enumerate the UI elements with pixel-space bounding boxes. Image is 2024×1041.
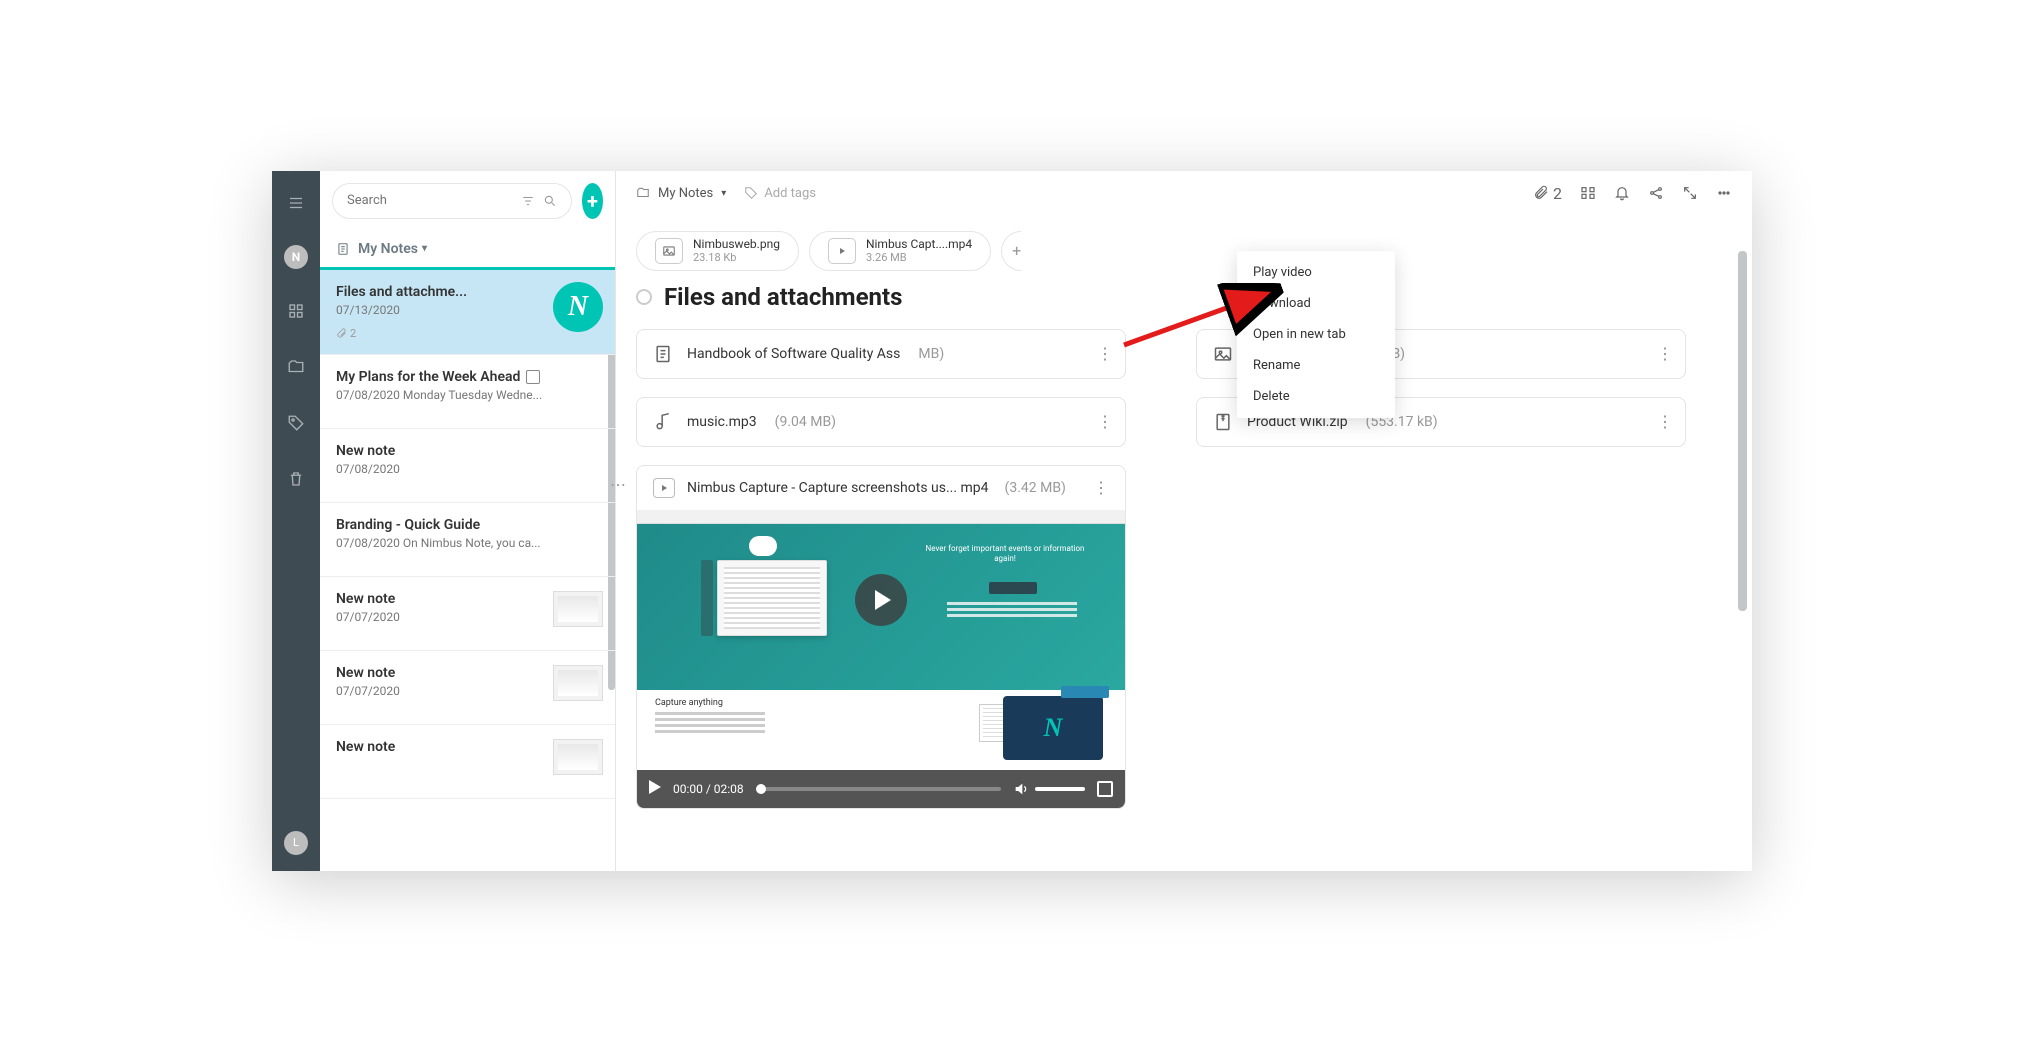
note-title: My Plans for the Week Ahead [336,369,599,385]
row-more-icon[interactable]: ⋯ [610,475,626,494]
layout-icon[interactable] [1580,185,1596,201]
note-item[interactable]: Files and attachme...07/13/2020 2N [320,270,615,355]
play-icon[interactable] [855,574,907,626]
zip-icon [1213,412,1233,432]
main-scrollbar[interactable] [1738,251,1747,611]
note-icon [336,242,350,256]
attachment-size: (9.04 MB) [775,414,836,430]
more-icon[interactable]: ⋮ [1097,412,1113,431]
note-date: 07/08/2020 On Nimbus Note, you ca... [336,536,599,550]
search-icon[interactable] [543,194,557,208]
add-tags[interactable]: Add tags [744,186,816,201]
video-preview[interactable]: Never forget important events or informa… [637,510,1125,690]
bell-icon[interactable] [1614,185,1630,201]
attachment-card[interactable]: music.mp3 (9.04 MB) ⋮ [636,397,1126,447]
video-icon [653,478,675,498]
video-icon [828,238,856,264]
search-input[interactable] [347,193,513,208]
context-menu-item[interactable]: Rename [1237,350,1395,381]
user-avatar[interactable]: L [284,831,308,855]
image-icon [1213,344,1233,364]
add-button[interactable]: + [582,183,603,219]
more-icon[interactable]: ⋮ [1657,412,1673,431]
page-title: Files and attachments [664,283,902,311]
attachment-pill[interactable]: Nimbus Capt....mp43.26 MB [809,231,991,271]
folder-icon[interactable] [282,353,310,381]
attachments-count[interactable]: 2 [1533,184,1562,203]
sidebar: + My Notes ▾ Files and attachme...07/13/… [320,171,616,871]
note-attach-meta: 2 [336,327,599,340]
header-tools: 2 [1533,184,1732,203]
pill-name: Nimbusweb.png [693,237,780,251]
fullscreen-icon[interactable] [1097,781,1113,797]
note-thumbnail [553,739,603,775]
note-item[interactable]: New note 07/08/2020 [320,429,615,503]
pill-name: Nimbus Capt....mp4 [866,237,972,251]
attachment-pill[interactable]: Nimbusweb.png23.18 Kb [636,231,799,271]
more-icon[interactable] [1716,185,1732,201]
pill-size: 23.18 Kb [693,251,780,264]
folder-header[interactable]: My Notes ▾ [320,231,615,270]
note-item[interactable]: Branding - Quick Guide 07/08/2020 On Nimb… [320,503,615,577]
left-rail: N L [272,171,320,871]
breadcrumb-folder-icon [636,186,650,200]
note-item[interactable]: New note [320,725,615,799]
share-icon[interactable] [1648,185,1664,201]
play-button[interactable] [649,780,661,797]
attachment-name: music.mp3 [687,414,757,430]
note-title: New note [336,443,599,459]
context-menu-item[interactable]: Play video [1237,257,1395,288]
seek-bar[interactable] [756,787,1001,791]
video-attachment-card: Nimbus Capture - Capture screenshots us.… [636,465,1126,809]
more-icon[interactable]: ⋮ [1097,344,1113,363]
add-attachment-pill[interactable]: + [1001,231,1021,271]
context-menu: Play videoDownloadOpen in new tabRenameD… [1237,251,1395,418]
filter-icon[interactable] [521,194,535,208]
hamburger-icon[interactable] [282,189,310,217]
attachment-name: Handbook of Software Quality Ass [687,346,900,362]
note-item[interactable]: New note07/07/2020 [320,651,615,725]
grid-icon[interactable] [282,297,310,325]
trash-icon[interactable] [282,465,310,493]
note-item[interactable]: My Plans for the Week Ahead 07/08/2020 M… [320,355,615,429]
main-content: My Notes ▾ Add tags 2 Nimbusweb.png23.18… [616,171,1752,871]
expand-icon[interactable] [1682,185,1698,201]
attachment-size: MB) [918,346,944,362]
video-time: 00:00 / 02:08 [673,782,744,796]
note-thumbnail [553,591,603,627]
note-list: Files and attachme...07/13/2020 2NMy Pla… [320,270,615,871]
context-menu-item[interactable]: Download [1237,288,1395,319]
note-thumbnail [553,665,603,701]
folder-title: My Notes [358,241,418,257]
attachment-card[interactable]: Handbook of Software Quality Ass MB) ⋮ [636,329,1126,379]
note-date: 07/08/2020 [336,462,599,476]
attachments-grid: Handbook of Software Quality Ass MB)⋮dow… [616,329,1752,447]
image-icon [655,238,683,264]
note-item[interactable]: New note07/07/2020 [320,577,615,651]
breadcrumb[interactable]: My Notes ▾ [636,186,726,201]
pill-size: 3.26 MB [866,251,972,264]
workspace-avatar[interactable]: N [284,245,308,269]
chevron-down-icon: ▾ [422,243,427,254]
video-name: Nimbus Capture - Capture screenshots us.… [687,480,989,496]
note-date: 07/08/2020 Monday Tuesday Wedne... [336,388,599,402]
context-menu-item[interactable]: Open in new tab [1237,319,1395,350]
video-size: (3.42 MB) [1005,480,1066,496]
more-icon[interactable]: ⋮ [1657,344,1673,363]
note-title: Branding - Quick Guide [336,517,599,533]
video-controls: 00:00 / 02:08 [637,770,1125,808]
doc-icon [653,344,673,364]
volume-control[interactable] [1013,781,1085,797]
task-icon [526,370,540,384]
search-box[interactable] [332,183,572,219]
main-header: My Notes ▾ Add tags 2 [616,171,1752,217]
more-icon[interactable]: ⋮ [1093,478,1109,497]
context-menu-item[interactable]: Delete [1237,381,1395,412]
note-thumbnail: N [553,282,603,332]
chevron-down-icon: ▾ [721,188,726,199]
tag-icon[interactable] [282,409,310,437]
attachment-pills: Nimbusweb.png23.18 KbNimbus Capt....mp43… [616,217,1752,277]
title-radio[interactable] [636,289,652,305]
music-icon [653,412,673,432]
